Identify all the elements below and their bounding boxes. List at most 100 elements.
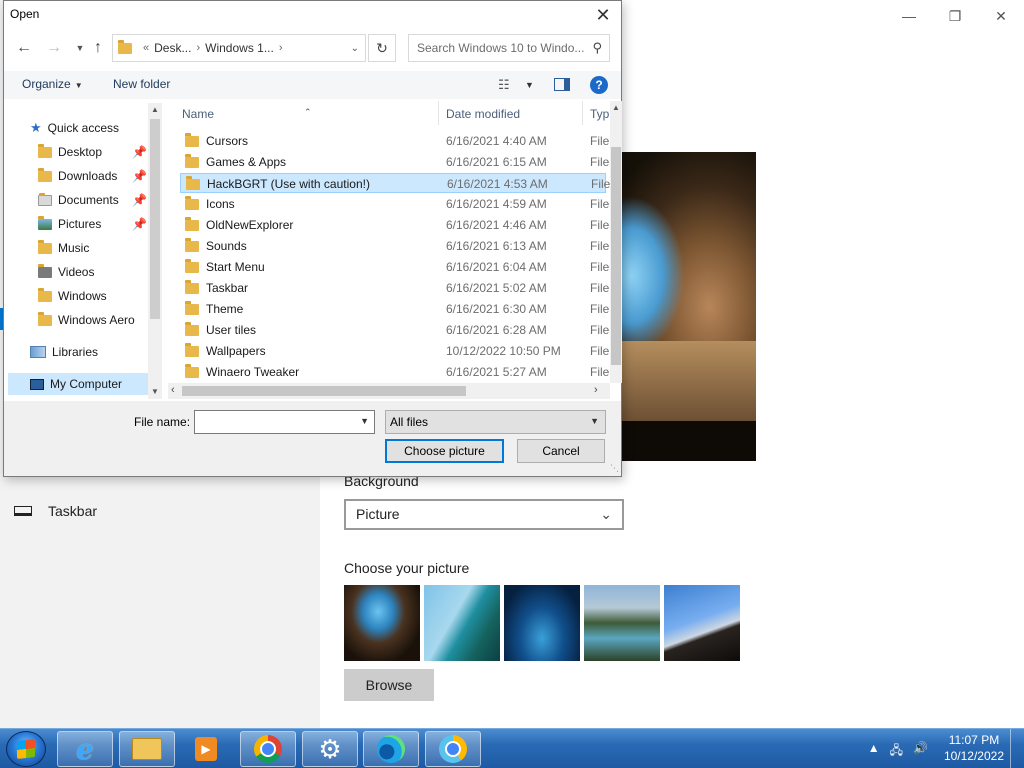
scrollbar-thumb[interactable]: [611, 147, 621, 365]
up-arrow-icon[interactable]: ↑: [88, 37, 108, 59]
address-bar[interactable]: « Desk... › Windows 1... › ⌄: [112, 34, 366, 62]
column-header-date[interactable]: Date modified: [446, 107, 520, 121]
show-hidden-icons-icon[interactable]: ▲: [868, 741, 880, 762]
chevron-right-icon[interactable]: ›: [196, 42, 200, 54]
taskbar-media-player[interactable]: ▶: [178, 731, 234, 767]
search-input[interactable]: Search Windows 10 to Windo... ⚲: [408, 34, 610, 62]
scroll-right-icon[interactable]: ›: [594, 384, 598, 396]
taskbar-edge[interactable]: [363, 731, 419, 767]
file-name: OldNewExplorer: [206, 218, 294, 232]
file-row[interactable]: HackBGRT (Use with caution!) 6/16/2021 4:…: [180, 173, 610, 193]
computer-icon: [30, 378, 44, 390]
resize-grip-icon[interactable]: ⋱: [610, 463, 619, 474]
organize-menu[interactable]: Organize ▼: [22, 77, 83, 91]
tree-item-downloads[interactable]: Downloads: [38, 165, 117, 187]
scroll-down-icon[interactable]: ▼: [151, 387, 159, 396]
breadcrumb-segment[interactable]: Desk...: [154, 41, 191, 55]
recent-dropdown-icon[interactable]: ▼: [70, 37, 90, 59]
scroll-up-icon[interactable]: ▲: [151, 105, 159, 114]
choose-picture-button[interactable]: Choose picture: [385, 439, 504, 463]
file-row[interactable]: User tiles 6/16/2021 6:28 AM File: [180, 320, 609, 340]
organize-label: Organize: [22, 77, 71, 91]
close-icon[interactable]: ✕: [591, 3, 615, 27]
close-window-icon[interactable]: ✕: [978, 4, 1024, 28]
file-row[interactable]: Cursors 6/16/2021 4:40 AM File: [180, 131, 609, 151]
file-list-scrollbar[interactable]: ▲: [610, 101, 622, 383]
file-row[interactable]: Games & Apps 6/16/2021 6:15 AM File: [180, 152, 609, 172]
file-row[interactable]: Winaero Tweaker 6/16/2021 5:27 AM File: [180, 362, 609, 381]
new-folder-button[interactable]: New folder: [113, 77, 170, 91]
file-name: Cursors: [206, 134, 249, 148]
cancel-button[interactable]: Cancel: [517, 439, 605, 463]
restore-icon[interactable]: ❐: [932, 4, 978, 28]
search-icon: ⚲: [592, 40, 602, 55]
picture-thumbnail[interactable]: [584, 585, 660, 661]
file-row[interactable]: Wallpapers 10/12/2022 10:50 PM File: [180, 341, 609, 361]
tree-item-documents[interactable]: Documents: [38, 189, 119, 211]
picture-thumbnail[interactable]: [424, 585, 500, 661]
clock[interactable]: 11:07 PM 10/12/2022: [944, 732, 1004, 764]
file-row[interactable]: Sounds 6/16/2021 6:13 AM File: [180, 236, 609, 256]
picture-thumbnail[interactable]: [664, 585, 740, 661]
show-desktop-button[interactable]: [1010, 729, 1024, 768]
background-preview: [600, 152, 756, 461]
folder-icon: [38, 311, 52, 326]
view-dropdown-icon[interactable]: ▼: [525, 80, 534, 90]
clock-time: 11:07 PM: [948, 733, 1000, 747]
taskbar-icon: [14, 506, 32, 516]
tree-item-windows[interactable]: Windows: [38, 285, 107, 307]
scroll-left-icon[interactable]: ‹: [171, 384, 175, 396]
nav-pane-scrollbar[interactable]: ▲ ▼: [148, 103, 162, 399]
help-icon[interactable]: ?: [590, 76, 608, 94]
taskbar-chrome[interactable]: [240, 731, 296, 767]
scrollbar-thumb[interactable]: [150, 119, 160, 319]
file-type-dropdown[interactable]: All files ▼: [385, 410, 606, 434]
tree-item-windows-aero[interactable]: Windows Aero: [38, 309, 135, 331]
tree-item-videos[interactable]: Videos: [38, 261, 94, 283]
browse-button[interactable]: Browse: [344, 669, 434, 701]
chevron-right-icon[interactable]: ›: [279, 42, 283, 54]
horizontal-scrollbar[interactable]: ‹ ›: [168, 383, 610, 399]
file-row[interactable]: Start Menu 6/16/2021 6:04 AM File: [180, 257, 609, 277]
taskbar-ie[interactable]: e: [57, 731, 113, 767]
address-dropdown-icon[interactable]: ⌄: [351, 43, 359, 54]
tree-item-music[interactable]: Music: [38, 237, 89, 259]
minimize-icon[interactable]: —: [886, 4, 932, 28]
preview-pane-icon[interactable]: [554, 78, 570, 91]
picture-thumbnail[interactable]: [504, 585, 580, 661]
nav-item-taskbar[interactable]: Taskbar: [14, 503, 97, 519]
view-options-icon[interactable]: ☷: [498, 77, 510, 93]
file-row[interactable]: Theme 6/16/2021 6:30 AM File: [180, 299, 609, 319]
file-date: 6/16/2021 4:53 AM: [447, 177, 548, 191]
tree-item-my-computer[interactable]: My Computer: [8, 373, 148, 395]
tree-item-quick-access[interactable]: ★ Quick access: [30, 117, 119, 139]
volume-icon[interactable]: 🔊: [913, 741, 928, 762]
tree-item-desktop[interactable]: Desktop: [38, 141, 102, 163]
scroll-up-icon[interactable]: ▲: [612, 103, 620, 112]
overflow-chevron-icon[interactable]: «: [143, 42, 149, 54]
column-header-name[interactable]: Name: [182, 107, 214, 121]
breadcrumb-segment[interactable]: Windows 1...: [205, 41, 274, 55]
downloads-folder-icon: [38, 167, 52, 182]
scrollbar-thumb[interactable]: [182, 386, 466, 396]
file-row[interactable]: Taskbar 6/16/2021 5:02 AM File: [180, 278, 609, 298]
pin-icon: 📌: [132, 193, 147, 207]
file-row[interactable]: OldNewExplorer 6/16/2021 4:46 AM File: [180, 215, 609, 235]
picture-thumbnail[interactable]: [344, 585, 420, 661]
forward-arrow-icon[interactable]: →: [44, 37, 64, 59]
column-header-type[interactable]: Typ: [590, 107, 609, 121]
taskbar-explorer[interactable]: [119, 731, 175, 767]
tree-item-libraries[interactable]: Libraries: [30, 341, 98, 363]
chevron-down-icon[interactable]: ▼: [360, 416, 369, 426]
tree-item-pictures[interactable]: Pictures: [38, 213, 101, 235]
start-button[interactable]: [6, 731, 46, 767]
tree-item-label: Pictures: [58, 217, 102, 231]
taskbar-settings[interactable]: ⚙: [302, 731, 358, 767]
file-row[interactable]: Icons 6/16/2021 4:59 AM File: [180, 194, 609, 214]
background-dropdown[interactable]: Picture ⌄: [344, 499, 624, 530]
taskbar-app[interactable]: [425, 731, 481, 767]
refresh-icon[interactable]: ↻: [368, 34, 396, 62]
network-icon[interactable]: 🖧: [890, 741, 903, 762]
back-arrow-icon[interactable]: ←: [14, 37, 34, 59]
file-name-field[interactable]: ▼: [194, 410, 375, 434]
